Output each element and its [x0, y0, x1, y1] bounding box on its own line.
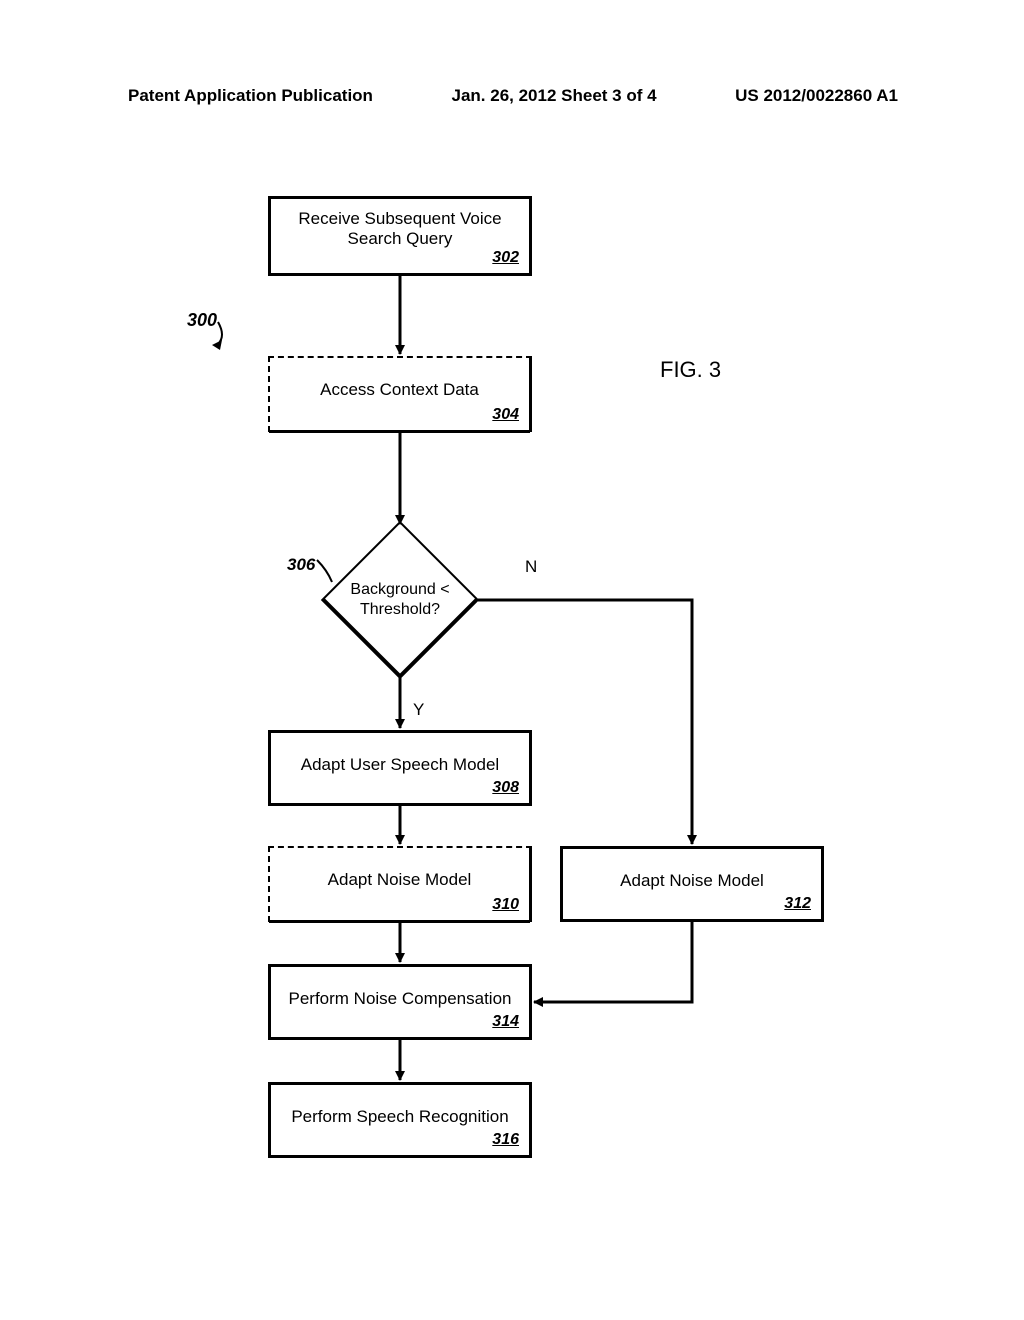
- process-ref: 314: [492, 1013, 519, 1031]
- process-ref: 310: [492, 896, 519, 914]
- header-left: Patent Application Publication: [128, 86, 373, 106]
- process-speech-recognition: Perform Speech Recognition 316: [268, 1082, 532, 1158]
- process-title: Receive Subsequent Voice Search Query: [271, 199, 529, 249]
- header-right: US 2012/0022860 A1: [735, 86, 898, 106]
- process-title: Adapt Noise Model: [270, 848, 529, 890]
- process-ref: 302: [492, 249, 519, 267]
- flow-ref-300: 300: [187, 310, 217, 331]
- decision-ref-306: 306: [287, 555, 315, 575]
- process-title: Access Context Data: [270, 358, 529, 400]
- process-receive-query: Receive Subsequent Voice Search Query 30…: [268, 196, 532, 276]
- page-header: Patent Application Publication Jan. 26, …: [128, 86, 898, 106]
- process-adapt-noise-left: Adapt Noise Model 310: [268, 846, 532, 922]
- process-adapt-noise-right: Adapt Noise Model 312: [560, 846, 824, 922]
- process-title: Adapt User Speech Model: [271, 733, 529, 775]
- process-access-context: Access Context Data 304: [268, 356, 532, 432]
- process-title: Perform Noise Compensation: [271, 967, 529, 1009]
- process-title: Perform Speech Recognition: [271, 1085, 529, 1127]
- decision-no-label: N: [525, 557, 537, 577]
- decision-background-threshold: Background < Threshold?: [320, 520, 480, 680]
- process-ref: 304: [492, 406, 519, 424]
- header-center: Jan. 26, 2012 Sheet 3 of 4: [452, 86, 657, 106]
- process-ref: 308: [492, 779, 519, 797]
- decision-yes-label: Y: [413, 700, 424, 720]
- process-ref: 316: [492, 1131, 519, 1149]
- decision-text: Background < Threshold?: [350, 580, 449, 620]
- process-noise-compensation: Perform Noise Compensation 314: [268, 964, 532, 1040]
- figure-title: FIG. 3: [660, 357, 721, 383]
- process-ref: 312: [784, 895, 811, 913]
- process-title: Adapt Noise Model: [563, 849, 821, 891]
- process-adapt-speech-model: Adapt User Speech Model 308: [268, 730, 532, 806]
